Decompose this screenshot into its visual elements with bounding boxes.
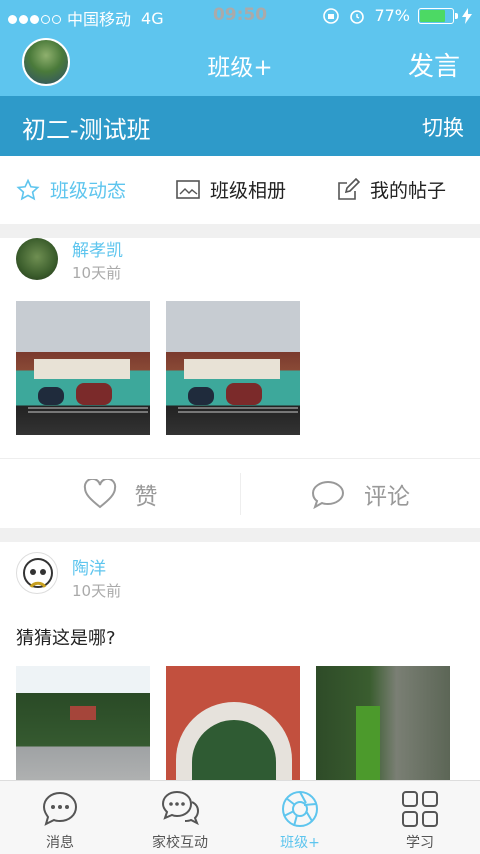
post-photo[interactable]: [166, 301, 300, 435]
battery-icon: [418, 7, 458, 24]
dual-chat-icon: [161, 790, 200, 826]
bottom-tab-bar: 消息 家校互动 班级+ 学习: [0, 780, 480, 854]
image-icon: [176, 179, 200, 199]
lock-rotation-icon: [323, 7, 340, 24]
post-time: 10天前: [72, 582, 122, 600]
post-photo[interactable]: [16, 301, 150, 435]
post-actions: 赞 评论: [0, 459, 480, 529]
class-bar: 初二-测试班 切换: [0, 96, 480, 156]
tab-class-feed[interactable]: 班级动态: [16, 176, 126, 203]
battery-percent: 77%: [374, 6, 410, 25]
alarm-icon: [350, 9, 365, 24]
tab-label: 班级+: [280, 835, 320, 851]
edit-icon: [338, 177, 360, 200]
tab-home-school[interactable]: 家校互动: [120, 781, 240, 854]
tab-study[interactable]: 学习: [360, 781, 480, 854]
aperture-icon: [282, 791, 318, 827]
feed: 解孝凯 10天前 赞 评论 陶洋 10天前 猜猜这是哪?: [0, 238, 480, 802]
class-name: 初二-测试班: [22, 116, 151, 144]
chat-bubble-icon: [42, 791, 78, 826]
header: 中国移动 4G 09:50 77% 班级+ 发言: [0, 0, 480, 96]
content-tabs: 班级动态 班级相册 我的帖子: [0, 156, 480, 224]
tab-label: 班级相册: [210, 180, 287, 202]
author-avatar[interactable]: [16, 552, 58, 594]
post-time: 10天前: [72, 264, 122, 282]
author-avatar[interactable]: [16, 238, 58, 280]
star-icon: [16, 178, 40, 200]
tab-label: 学习: [406, 835, 434, 851]
author-name[interactable]: 陶洋: [72, 554, 106, 579]
tab-my-posts[interactable]: 我的帖子: [336, 176, 446, 203]
tab-class-plus[interactable]: 班级+: [240, 781, 360, 854]
tab-messages[interactable]: 消息: [0, 781, 120, 854]
tab-label: 班级动态: [50, 180, 127, 202]
grid-icon: [402, 791, 438, 827]
like-button[interactable]: 赞: [0, 459, 240, 529]
status-bar: 中国移动 4G 09:50 77%: [0, 0, 480, 32]
tab-label: 消息: [46, 835, 74, 851]
comment-button[interactable]: 评论: [240, 459, 480, 529]
tab-class-album[interactable]: 班级相册: [176, 176, 286, 203]
charging-icon: [462, 7, 472, 24]
comment-label: 评论: [364, 484, 410, 510]
comment-icon: [311, 480, 345, 509]
tab-label: 家校互动: [152, 835, 208, 851]
author-name[interactable]: 解孝凯: [72, 236, 123, 261]
switch-class-button[interactable]: 切换: [422, 112, 464, 142]
heart-icon: [83, 479, 116, 509]
post-button[interactable]: 发言: [408, 46, 460, 83]
like-label: 赞: [134, 484, 158, 510]
post-card: 陶洋 10天前 猜猜这是哪?: [0, 542, 480, 802]
navbar: 班级+ 发言: [0, 36, 480, 92]
tab-label: 我的帖子: [370, 180, 447, 202]
post-text: 猜猜这是哪?: [16, 628, 116, 649]
post-card: 解孝凯 10天前 赞 评论: [0, 238, 480, 528]
